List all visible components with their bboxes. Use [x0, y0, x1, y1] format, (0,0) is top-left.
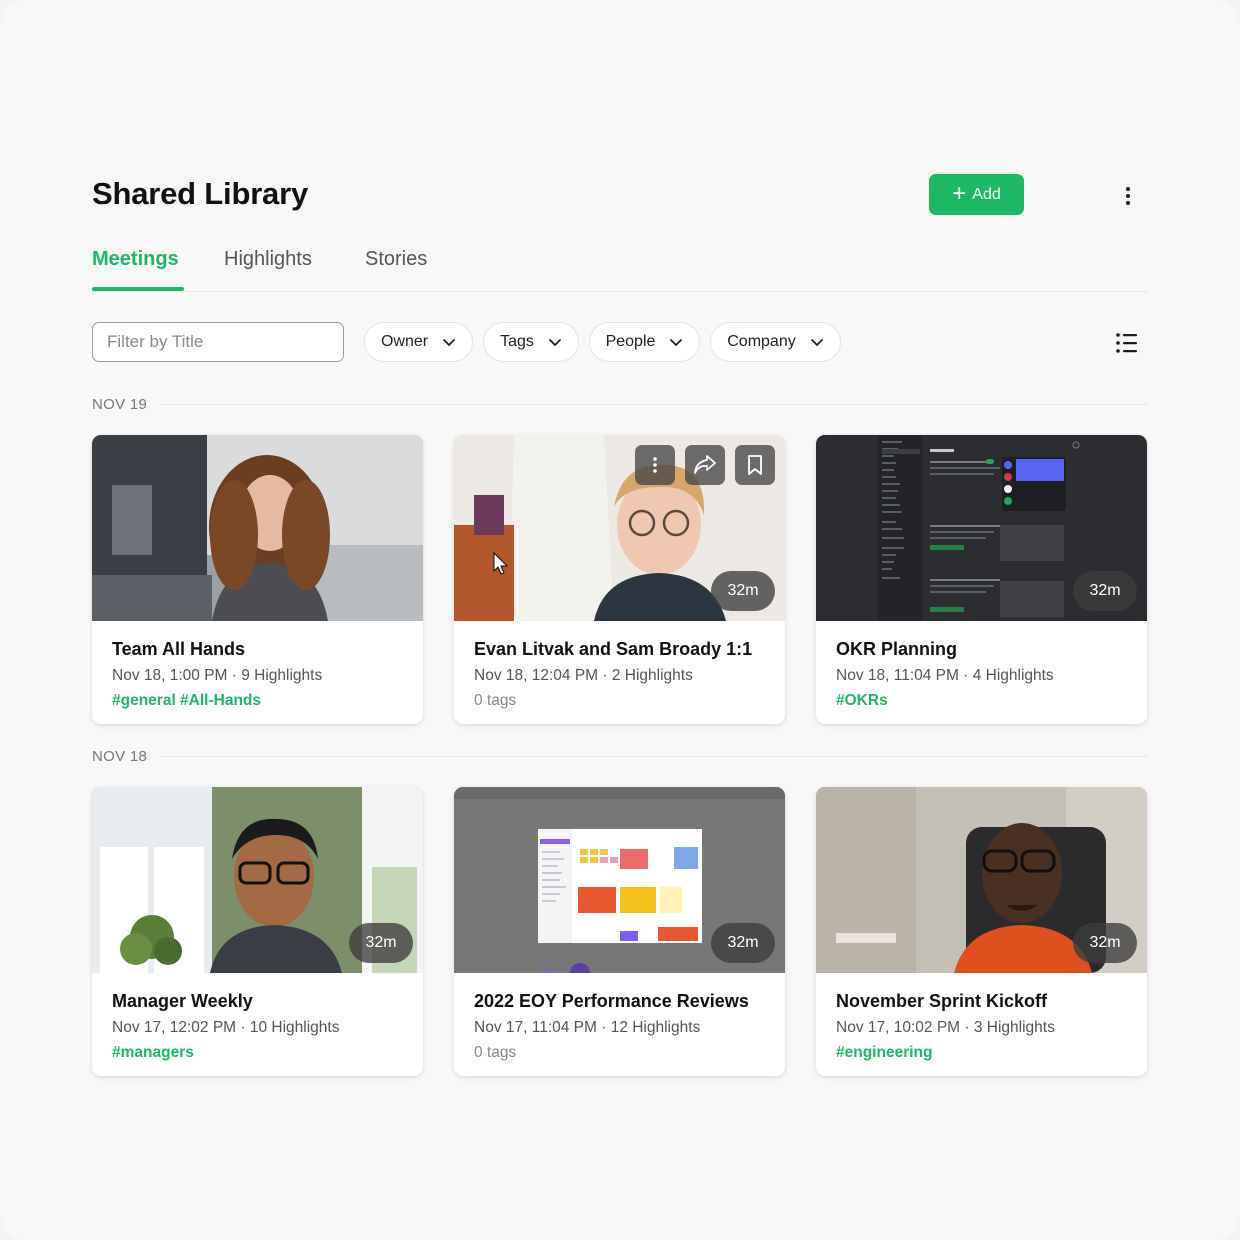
- card-hover-actions: [635, 445, 775, 485]
- tab-bar: Meetings Highlights Stories: [92, 244, 1147, 292]
- card-meta: Nov 17, 12:02 PM · 10 Highlights: [112, 1019, 340, 1036]
- video-thumbnail[interactable]: 32m: [816, 435, 1147, 621]
- duration-badge: 32m: [711, 571, 775, 611]
- date-divider: NOV 19: [92, 394, 1147, 414]
- date-divider: NOV 18: [92, 746, 1147, 766]
- chevron-down-icon: [548, 339, 561, 346]
- add-button-label: Add: [972, 185, 1001, 203]
- meeting-card[interactable]: 32m Evan Litvak and Sam Broady 1:1 Nov 1…: [454, 435, 785, 724]
- app-frame: Shared Library + Add Meetings Highlights…: [0, 0, 1240, 1240]
- company-dropdown[interactable]: Company: [710, 322, 841, 362]
- filter-by-title-input[interactable]: [92, 322, 344, 362]
- people-dropdown-label: People: [605, 333, 656, 350]
- video-thumbnail[interactable]: 32m: [92, 787, 423, 973]
- bookmark-icon[interactable]: [735, 445, 775, 485]
- card-tags[interactable]: #general #All-Hands: [112, 692, 261, 710]
- add-button[interactable]: + Add: [929, 174, 1024, 215]
- card-title: 2022 EOY Performance Reviews: [474, 991, 749, 1011]
- card-meta: Nov 17, 11:04 PM · 12 Highlights: [474, 1019, 701, 1036]
- meeting-card[interactable]: Team All Hands Nov 18, 1:00 PM · 9 Highl…: [92, 435, 423, 724]
- date-label: NOV 19: [92, 395, 148, 413]
- video-thumbnail[interactable]: 32m: [816, 787, 1147, 973]
- card-meta: Nov 18, 12:04 PM · 2 Highlights: [474, 667, 693, 684]
- plus-icon: +: [952, 179, 967, 207]
- date-label: NOV 18: [92, 747, 148, 765]
- people-dropdown[interactable]: People: [589, 322, 700, 362]
- card-meta: Nov 18, 1:00 PM · 9 Highlights: [112, 667, 323, 684]
- duration-badge: 32m: [711, 923, 775, 963]
- card-title: Evan Litvak and Sam Broady 1:1: [474, 639, 753, 659]
- video-thumbnail[interactable]: 32m: [454, 435, 785, 621]
- divider-line: [161, 755, 1147, 757]
- card-tags[interactable]: #managers: [112, 1044, 194, 1062]
- card-tags[interactable]: #engineering: [836, 1044, 932, 1062]
- more-options-icon[interactable]: [635, 445, 675, 485]
- video-thumbnail[interactable]: [92, 435, 423, 621]
- card-title: Manager Weekly: [112, 991, 253, 1011]
- tab-meetings[interactable]: Meetings: [92, 248, 179, 271]
- chevron-down-icon: [670, 339, 683, 346]
- chevron-down-icon: [443, 339, 455, 346]
- card-meta: Nov 17, 10:02 PM · 3 Highlights: [836, 1019, 1055, 1036]
- duration-badge: 32m: [1073, 923, 1137, 963]
- tags-dropdown-label: Tags: [500, 333, 534, 350]
- company-dropdown-label: Company: [727, 333, 796, 350]
- card-tags: 0 tags: [474, 1044, 517, 1061]
- meeting-card[interactable]: 32m 2022 EOY Performance Reviews Nov 17,…: [454, 787, 785, 1076]
- meeting-card[interactable]: 32m Manager Weekly Nov 17, 12:02 PM · 10…: [92, 787, 423, 1076]
- tags-dropdown[interactable]: Tags: [483, 322, 579, 362]
- duration-badge: 32m: [1073, 571, 1137, 611]
- duration-badge: 32m: [349, 923, 413, 963]
- meeting-card[interactable]: 32m November Sprint Kickoff Nov 17, 10:0…: [816, 787, 1147, 1076]
- card-meta: Nov 18, 11:04 PM · 4 Highlights: [836, 667, 1054, 684]
- active-tab-indicator: [92, 287, 184, 291]
- card-tags[interactable]: #OKRs: [836, 692, 888, 710]
- card-title: OKR Planning: [836, 639, 957, 659]
- divider-line: [161, 403, 1147, 405]
- meeting-card[interactable]: 32m OKR Planning Nov 18, 11:04 PM · 4 Hi…: [816, 435, 1147, 724]
- owner-dropdown-label: Owner: [380, 333, 429, 350]
- list-view-icon[interactable]: [1114, 331, 1138, 355]
- owner-dropdown[interactable]: Owner: [364, 322, 473, 362]
- tab-stories[interactable]: Stories: [365, 248, 427, 271]
- page-title: Shared Library: [92, 176, 309, 211]
- chevron-down-icon: [810, 339, 823, 346]
- more-options-icon[interactable]: [1118, 183, 1138, 209]
- card-tags: 0 tags: [474, 692, 517, 709]
- share-icon[interactable]: [685, 445, 725, 485]
- tab-highlights[interactable]: Highlights: [224, 248, 312, 271]
- video-thumbnail[interactable]: 32m: [454, 787, 785, 973]
- card-title: November Sprint Kickoff: [836, 991, 1048, 1011]
- card-title: Team All Hands: [112, 639, 246, 659]
